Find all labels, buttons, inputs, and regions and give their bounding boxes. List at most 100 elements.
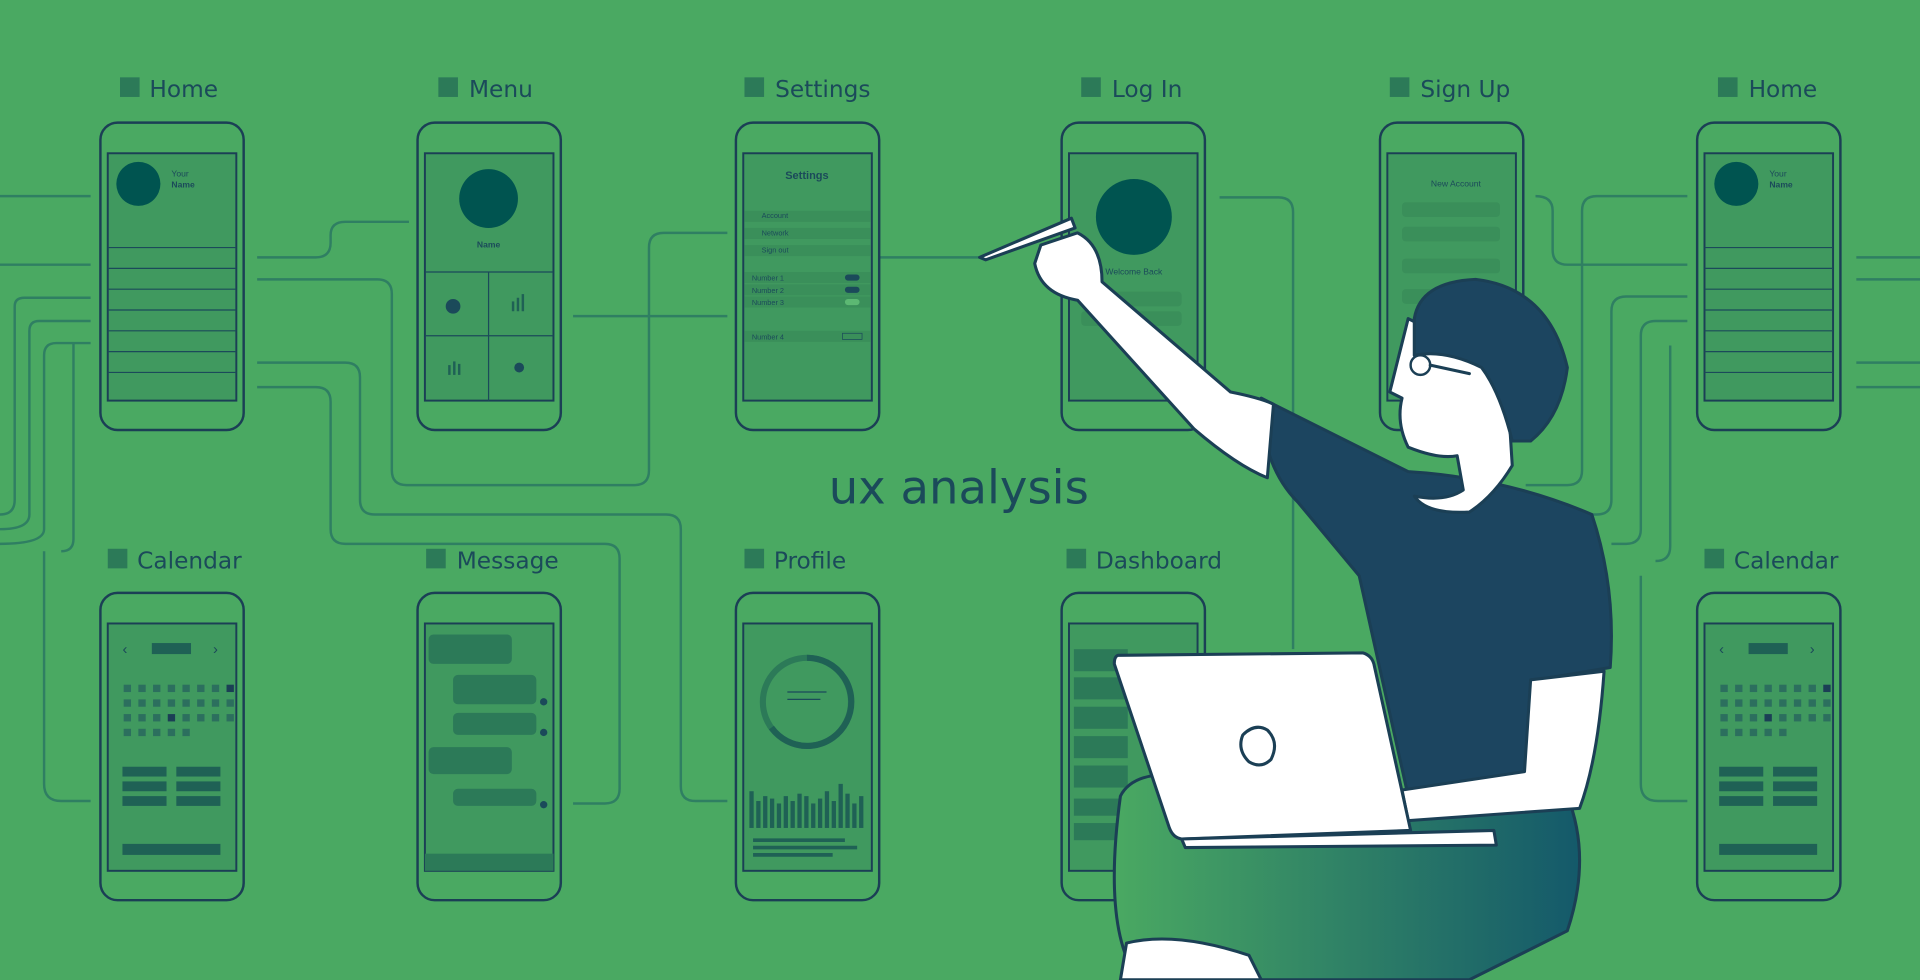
title-signup: Sign Up bbox=[1420, 76, 1510, 103]
calendar-day[interactable] bbox=[1793, 684, 1802, 693]
calendar-day[interactable] bbox=[1808, 684, 1816, 693]
svg-text:Name: Name bbox=[1769, 180, 1793, 190]
calendar-day[interactable] bbox=[138, 714, 146, 722]
calendar-day[interactable] bbox=[211, 684, 220, 693]
title-calendar-right: Calendar bbox=[1734, 547, 1839, 574]
calendar-day[interactable] bbox=[1808, 699, 1816, 707]
calendar-day[interactable] bbox=[1823, 714, 1831, 722]
calendar-day[interactable] bbox=[182, 728, 190, 737]
profile-bar bbox=[859, 796, 864, 828]
profile-bar bbox=[804, 796, 809, 828]
calendar-day[interactable] bbox=[153, 714, 161, 722]
calendar-day[interactable] bbox=[123, 714, 132, 722]
calendar-day[interactable] bbox=[1808, 714, 1816, 722]
svg-text:New Account: New Account bbox=[1431, 178, 1482, 188]
calendar-day[interactable] bbox=[1764, 714, 1772, 722]
profile-bar bbox=[845, 793, 850, 828]
calendar-day[interactable] bbox=[182, 684, 190, 693]
chevron-right-icon[interactable]: › bbox=[1810, 642, 1815, 658]
title-settings: Settings bbox=[775, 76, 870, 103]
month-label bbox=[1748, 643, 1788, 655]
ux-flow-illustration: Home Menu Settings Log In Sign Up Home C… bbox=[0, 0, 1920, 980]
calendar-day[interactable] bbox=[138, 728, 146, 737]
calendar-day[interactable] bbox=[211, 714, 220, 722]
calendar-button[interactable] bbox=[1719, 843, 1818, 855]
profile-bar bbox=[776, 803, 782, 828]
svg-text:Name: Name bbox=[477, 240, 501, 250]
calendar-day[interactable] bbox=[1764, 699, 1772, 707]
svg-text:Account: Account bbox=[762, 211, 788, 220]
calendar-day[interactable] bbox=[226, 714, 234, 722]
calendar-day[interactable] bbox=[153, 728, 161, 737]
calendar-day[interactable] bbox=[1735, 714, 1743, 722]
calendar-day[interactable] bbox=[1735, 684, 1743, 693]
calendar-day[interactable] bbox=[1720, 714, 1728, 722]
profile-bar bbox=[824, 791, 830, 828]
svg-text:Your: Your bbox=[171, 169, 188, 179]
calendar-day[interactable] bbox=[123, 699, 132, 707]
calendar-day[interactable] bbox=[167, 714, 176, 722]
calendar-day[interactable] bbox=[182, 699, 190, 707]
title-calendar: Calendar bbox=[137, 547, 242, 574]
profile-bar bbox=[838, 783, 843, 828]
calendar-day[interactable] bbox=[226, 684, 234, 693]
svg-text:Number 3: Number 3 bbox=[752, 298, 784, 307]
calendar-day[interactable] bbox=[1823, 699, 1831, 707]
calendar-day[interactable] bbox=[226, 699, 234, 707]
calendar-day[interactable] bbox=[167, 728, 176, 737]
svg-text:Name: Name bbox=[171, 180, 195, 190]
title-message: Message bbox=[457, 547, 559, 574]
calendar-day[interactable] bbox=[123, 684, 132, 693]
calendar-day[interactable] bbox=[1720, 684, 1728, 693]
calendar-day[interactable] bbox=[182, 714, 190, 722]
calendar-day[interactable] bbox=[197, 684, 205, 693]
calendar-day[interactable] bbox=[153, 684, 161, 693]
calendar-day[interactable] bbox=[138, 699, 146, 707]
title-menu: Menu bbox=[469, 76, 533, 103]
title-dashboard: Dashboard bbox=[1096, 547, 1222, 574]
svg-text:Number 1: Number 1 bbox=[752, 274, 784, 283]
calendar-day[interactable] bbox=[1749, 714, 1758, 722]
chevron-left-icon[interactable]: ‹ bbox=[1719, 642, 1724, 658]
calendar-day[interactable] bbox=[1749, 684, 1758, 693]
title-login: Log In bbox=[1112, 76, 1183, 103]
month-label bbox=[151, 643, 192, 655]
svg-text:Welcome Back: Welcome Back bbox=[1105, 266, 1163, 276]
calendar-day[interactable] bbox=[1779, 728, 1787, 737]
calendar-day[interactable] bbox=[1823, 684, 1831, 693]
calendar-day[interactable] bbox=[1735, 728, 1743, 737]
calendar-day[interactable] bbox=[1749, 699, 1758, 707]
calendar-button[interactable] bbox=[122, 843, 221, 855]
calendar-day[interactable] bbox=[211, 699, 220, 707]
calendar-day[interactable] bbox=[1749, 728, 1758, 737]
profile-bar bbox=[817, 798, 823, 828]
calendar-day[interactable] bbox=[153, 699, 161, 707]
calendar-day[interactable] bbox=[1793, 699, 1802, 707]
calendar-day[interactable] bbox=[1779, 699, 1787, 707]
calendar-day[interactable] bbox=[1764, 684, 1772, 693]
calendar-day[interactable] bbox=[1764, 728, 1772, 737]
profile-bar bbox=[797, 793, 802, 828]
calendar-day[interactable] bbox=[1720, 728, 1728, 737]
svg-text:Your: Your bbox=[1769, 169, 1786, 179]
chevron-right-icon[interactable]: › bbox=[213, 642, 218, 658]
calendar-day[interactable] bbox=[197, 699, 205, 707]
calendar-day[interactable] bbox=[123, 728, 132, 737]
profile-bar bbox=[763, 796, 768, 828]
calendar-day[interactable] bbox=[1735, 699, 1743, 707]
calendar-day[interactable] bbox=[167, 699, 176, 707]
calendar-day[interactable] bbox=[1779, 684, 1787, 693]
svg-text:Number 4: Number 4 bbox=[752, 332, 784, 341]
profile-bar bbox=[831, 801, 836, 828]
chevron-left-icon[interactable]: ‹ bbox=[122, 642, 127, 658]
svg-text:Number 2: Number 2 bbox=[752, 286, 784, 295]
calendar-day[interactable] bbox=[1793, 714, 1802, 722]
calendar-day[interactable] bbox=[1779, 714, 1787, 722]
calendar-day[interactable] bbox=[1720, 699, 1728, 707]
profile-bar bbox=[783, 796, 788, 828]
calendar-day[interactable] bbox=[167, 684, 176, 693]
title-profile: Profile bbox=[774, 547, 846, 574]
title-home: Home bbox=[149, 76, 218, 103]
calendar-day[interactable] bbox=[138, 684, 146, 693]
calendar-day[interactable] bbox=[197, 714, 205, 722]
